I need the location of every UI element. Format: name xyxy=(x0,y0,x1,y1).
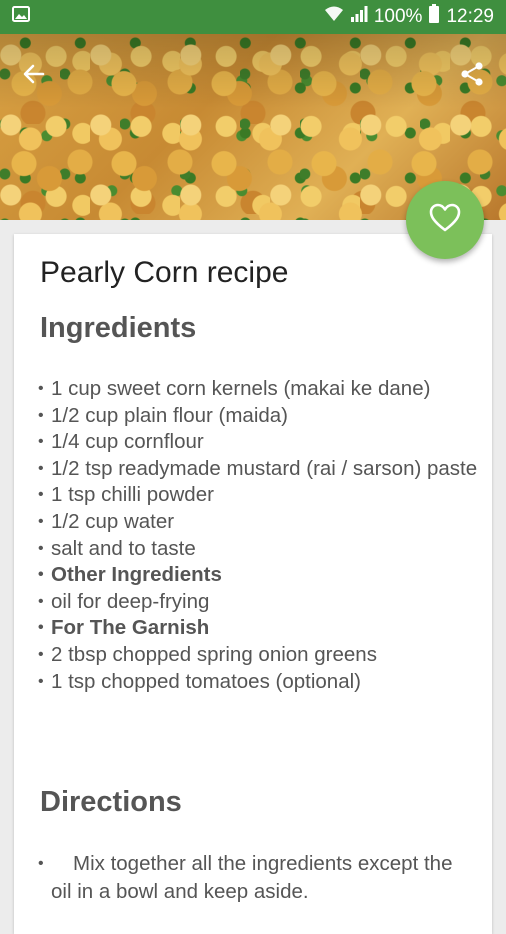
ingredient-subheading: Other Ingredients xyxy=(38,562,478,589)
share-button[interactable] xyxy=(454,58,490,94)
signal-icon xyxy=(350,5,368,29)
ingredient-subheading: For The Garnish xyxy=(38,615,478,642)
ingredient-item: 1/2 cup water xyxy=(38,509,478,536)
clock: 12:29 xyxy=(446,6,494,27)
status-right: 100% 12:29 xyxy=(324,4,494,30)
battery-icon xyxy=(428,4,440,30)
directions-list: Mix together all the ingredients except … xyxy=(38,850,478,906)
ingredients-heading: Ingredients xyxy=(40,312,197,344)
arrow-left-icon xyxy=(21,61,47,92)
ingredients-list: 1 cup sweet corn kernels (makai ke dane)… xyxy=(38,376,478,695)
back-button[interactable] xyxy=(16,58,52,94)
status-bar: 100% 12:29 xyxy=(0,0,506,34)
directions-heading: Directions xyxy=(40,786,182,818)
recipe-card: Pearly Corn recipe Ingredients 1 cup swe… xyxy=(14,234,492,934)
ingredient-item: 1/4 cup cornflour xyxy=(38,429,478,456)
ingredient-item: salt and to taste xyxy=(38,536,478,563)
ingredient-item: 1 cup sweet corn kernels (makai ke dane) xyxy=(38,376,478,403)
favorite-button[interactable] xyxy=(406,181,484,259)
ingredient-item: oil for deep-frying xyxy=(38,589,478,616)
share-icon xyxy=(458,60,486,93)
recipe-title: Pearly Corn recipe xyxy=(40,256,289,289)
ingredient-item: 1/2 tsp readymade mustard (rai / sarson)… xyxy=(38,456,478,483)
direction-step: Mix together all the ingredients except … xyxy=(38,850,478,906)
ingredient-item: 1 tsp chopped tomatoes (optional) xyxy=(38,669,478,696)
ingredient-item: 1 tsp chilli powder xyxy=(38,482,478,509)
image-icon xyxy=(12,5,30,29)
battery-percent: 100% xyxy=(373,6,423,27)
ingredient-item: 2 tbsp chopped spring onion greens xyxy=(38,642,478,669)
wifi-icon xyxy=(324,5,344,29)
status-left xyxy=(12,5,30,29)
heart-icon xyxy=(429,203,461,238)
ingredient-item: 1/2 cup plain flour (maida) xyxy=(38,403,478,430)
